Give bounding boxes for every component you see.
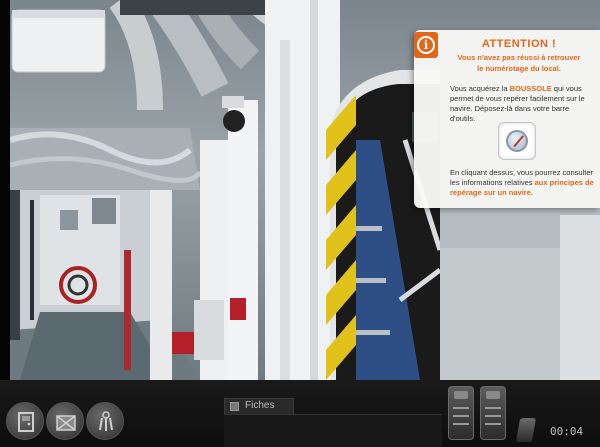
attention-notification-panel: i ATTENTION ! Vous n'avez pas réussi à r…: [414, 30, 600, 208]
door-tool-button[interactable]: [6, 402, 44, 440]
notification-body-1: Vous acquérez la BOUSSOLE qui vous perme…: [450, 84, 594, 124]
subtitle-line-2: le numérotage du local.: [477, 64, 561, 73]
door-icon: [18, 412, 34, 432]
subtitle-line-1: Vous n'avez pas réussi à retrouver: [457, 53, 581, 62]
info-icon: i: [417, 36, 435, 54]
slot-line: [453, 407, 469, 409]
slot-line: [453, 415, 469, 417]
body1-text-pre: Vous acquérez la: [450, 84, 510, 93]
crate-tool-button[interactable]: [46, 402, 84, 440]
notification-title: ATTENTION !: [481, 38, 557, 50]
crate-icon: [56, 415, 76, 431]
slot-line: [485, 423, 501, 425]
keys-tool-button[interactable]: [86, 402, 124, 440]
compass-icon: [506, 130, 528, 152]
notification-body-2: En cliquant dessus, vous pourrez consult…: [450, 168, 596, 198]
slot-line: [485, 407, 501, 409]
inventory-slot-2[interactable]: [480, 386, 506, 440]
compass-item[interactable]: [498, 122, 536, 160]
inventory-slot-1[interactable]: [448, 386, 474, 440]
slot-line: [453, 423, 469, 425]
fiches-label: Fiches: [245, 400, 275, 411]
notification-subtitle: Vous n'avez pas réussi à retrouver le nu…: [444, 52, 594, 74]
slot-cap: [486, 391, 500, 399]
keys-icon: [99, 411, 113, 431]
slot-line: [485, 415, 501, 417]
elapsed-time: 00:04: [550, 425, 584, 438]
fiches-checkbox-icon: [230, 402, 239, 411]
slot-cap: [454, 391, 468, 399]
body1-highlight: BOUSSOLE: [509, 84, 552, 93]
fiches-tab[interactable]: Fiches: [224, 398, 294, 414]
left-frame-border: [0, 0, 10, 380]
info-badge: i: [414, 32, 438, 58]
compass-needle: [513, 135, 524, 148]
fiches-panel: [224, 414, 442, 447]
